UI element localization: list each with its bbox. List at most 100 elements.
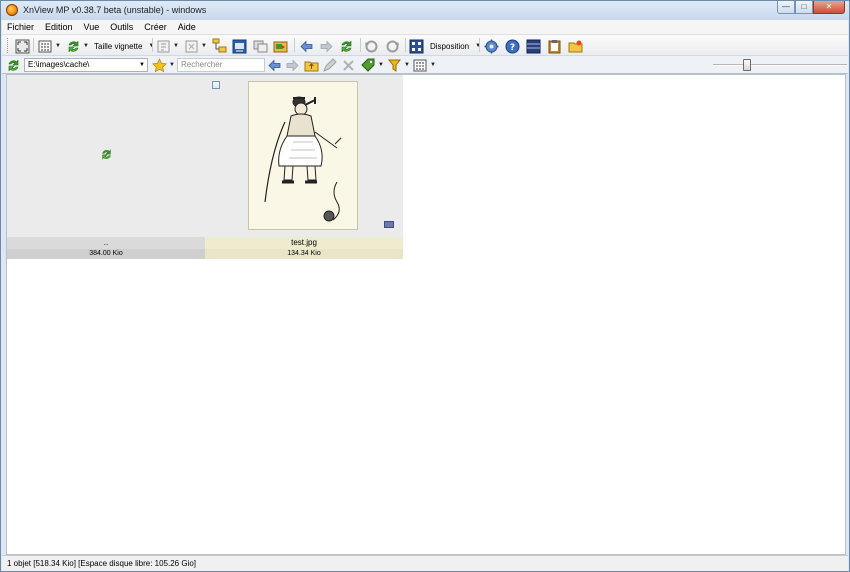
chevron-down-icon[interactable]: ▼ xyxy=(139,59,145,71)
tag-icon xyxy=(361,58,376,73)
maximize-button[interactable]: □ xyxy=(795,1,813,14)
quick-filter-dropdown[interactable]: ▼ xyxy=(387,57,410,73)
status-bar: 1 objet [518.34 Kio] [Espace disque libr… xyxy=(2,555,848,571)
search-placeholder: Rechercher xyxy=(181,60,223,69)
tile-thumbnail[interactable] xyxy=(7,75,205,237)
layout-icon xyxy=(409,39,424,54)
menu-creer[interactable]: Créer xyxy=(139,22,173,32)
rotate-left-icon xyxy=(364,39,379,54)
menu-aide[interactable]: Aide xyxy=(173,22,202,32)
file-browser[interactable]: .. 384.00 Kio test.jpg 134.34 Kio xyxy=(6,74,846,555)
gear-icon xyxy=(484,39,499,54)
edit-icon xyxy=(322,57,337,73)
forward-button[interactable] xyxy=(319,38,334,54)
zoom-slider-thumb[interactable] xyxy=(743,59,751,71)
filter-icon xyxy=(184,39,199,54)
minimize-button[interactable]: — xyxy=(777,1,795,14)
svg-text:?: ? xyxy=(510,43,515,53)
file-size: 384.00 Kio xyxy=(7,249,205,259)
settings-button[interactable] xyxy=(484,38,499,54)
nav-back-button[interactable] xyxy=(267,57,282,73)
toolbar-grip xyxy=(7,38,10,53)
arrow-left-icon xyxy=(299,39,314,54)
fullscreen-button[interactable] xyxy=(15,38,30,54)
edit-button[interactable] xyxy=(322,57,337,73)
star-icon xyxy=(152,57,167,73)
file-name: test.jpg xyxy=(205,237,403,249)
tag-dropdown[interactable]: ▼ xyxy=(361,57,384,73)
folder-tree-icon xyxy=(212,38,227,53)
sort-icon xyxy=(156,39,171,54)
close-button[interactable]: ✕ xyxy=(813,1,845,14)
slideshow-icon xyxy=(232,39,247,54)
main-toolbar: ▼ ▼ Taille vignette ▼ ▼ ▼ xyxy=(2,35,848,56)
new-folder-button[interactable] xyxy=(568,38,583,54)
menu-bar: Fichier Edition Vue Outils Créer Aide xyxy=(2,20,848,35)
select-checkbox[interactable] xyxy=(212,81,220,89)
parent-folder-icon xyxy=(100,148,115,163)
zoom-slider-track[interactable] xyxy=(713,64,847,66)
thumbnail-size-label: Taille vignette xyxy=(94,41,143,51)
go-button[interactable] xyxy=(6,57,21,73)
batch-convert-button[interactable] xyxy=(273,38,288,54)
funnel-icon xyxy=(387,58,402,73)
panels-icon xyxy=(526,39,541,54)
paste-button[interactable] xyxy=(547,38,562,54)
file-tile[interactable]: .. 384.00 Kio xyxy=(7,75,205,259)
sort-dropdown[interactable]: ▼ xyxy=(156,38,179,54)
favorites-dropdown[interactable]: ▼ xyxy=(152,57,175,73)
panels-button[interactable] xyxy=(526,38,541,54)
address-toolbar: E:\images\cache\ ▼ ▼ Rechercher ▼ ▼ ▼ xyxy=(2,56,848,74)
image-thumbnail[interactable] xyxy=(248,81,358,230)
refresh-path-icon xyxy=(6,58,21,73)
help-button[interactable]: ? xyxy=(505,38,520,54)
layout-label: Disposition xyxy=(430,41,470,51)
slideshow-button[interactable] xyxy=(232,38,247,54)
grid-options-icon xyxy=(413,58,428,73)
menu-outils[interactable]: Outils xyxy=(105,22,139,32)
file-size: 134.34 Kio xyxy=(205,249,403,259)
refresh-dropdown[interactable]: ▼ xyxy=(66,38,89,54)
rotate-right-button[interactable] xyxy=(385,38,400,54)
tile-thumbnail[interactable] xyxy=(205,75,403,237)
status-text: 1 objet [518.34 Kio] [Espace disque libr… xyxy=(7,559,197,568)
rotate-left-button[interactable] xyxy=(364,38,379,54)
menu-edition[interactable]: Edition xyxy=(40,22,79,32)
view-mode-dropdown[interactable]: ▼ xyxy=(38,38,61,54)
nav-forward-button[interactable] xyxy=(285,57,300,73)
refresh-icon xyxy=(339,39,354,54)
cache-badge-icon xyxy=(384,221,394,228)
thumbnails-grid-icon xyxy=(38,39,53,54)
menu-vue[interactable]: Vue xyxy=(79,22,106,32)
clipboard-icon xyxy=(547,39,562,54)
arrow-right-icon xyxy=(285,58,300,73)
search-input[interactable]: Rechercher xyxy=(177,58,265,72)
folder-tree-button[interactable] xyxy=(212,37,227,53)
delete-button[interactable] xyxy=(341,57,356,73)
window-title: XnView MP v0.38.7 beta (unstable) - wind… xyxy=(23,5,207,15)
menu-fichier[interactable]: Fichier xyxy=(2,22,40,32)
path-value: E:\images\cache\ xyxy=(28,60,90,69)
back-button[interactable] xyxy=(299,38,314,54)
arrow-left-icon xyxy=(267,58,282,73)
arrow-right-icon xyxy=(319,39,334,54)
thumbnail-size-dropdown[interactable]: Taille vignette ▼ xyxy=(92,38,154,54)
xnview-logo-icon xyxy=(6,4,18,16)
green-refresh-icon xyxy=(66,39,81,54)
help-icon: ? xyxy=(505,39,520,54)
parent-folder-button[interactable] xyxy=(304,57,319,73)
compare-button[interactable] xyxy=(253,38,268,54)
refresh-button[interactable] xyxy=(339,38,354,54)
filter-dropdown[interactable]: ▼ xyxy=(184,38,207,54)
title-bar[interactable]: XnView MP v0.38.7 beta (unstable) - wind… xyxy=(1,1,849,20)
rotate-right-icon xyxy=(385,39,400,54)
file-tile-selected[interactable]: test.jpg 134.34 Kio xyxy=(205,75,403,259)
caption-buttons: — □ ✕ xyxy=(777,1,845,15)
file-name: .. xyxy=(7,237,205,249)
new-folder-icon xyxy=(568,39,583,54)
display-options-dropdown[interactable]: ▼ xyxy=(413,57,436,73)
layout-dropdown[interactable]: Disposition ▼ xyxy=(409,38,481,54)
app-window: XnView MP v0.38.7 beta (unstable) - wind… xyxy=(0,0,850,572)
batch-convert-icon xyxy=(273,39,288,54)
path-input[interactable]: E:\images\cache\ ▼ xyxy=(24,58,148,72)
